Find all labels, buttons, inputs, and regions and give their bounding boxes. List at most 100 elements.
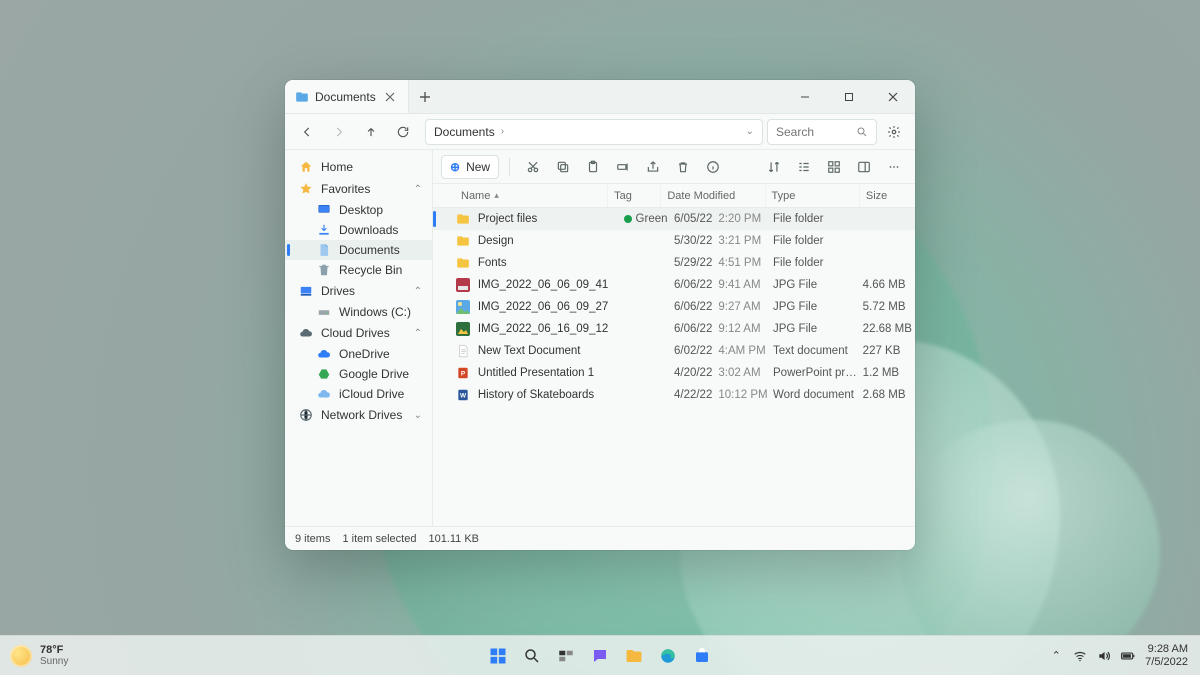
tray-chevron-icon[interactable]: ⌃ <box>1049 649 1063 663</box>
maximize-button[interactable] <box>827 80 871 113</box>
file-row[interactable]: Project filesGreen6/05/222:20 PMFile fol… <box>433 208 915 230</box>
sidebar-home[interactable]: Home <box>285 156 432 178</box>
clock[interactable]: 9:28 AM 7/5/2022 <box>1145 643 1188 667</box>
disk-icon <box>317 305 331 319</box>
sidebar-item-icloud-drive[interactable]: iCloud Drive <box>285 384 432 404</box>
minimize-button[interactable] <box>783 80 827 113</box>
task-view-button[interactable] <box>552 642 580 670</box>
wifi-icon[interactable] <box>1073 649 1087 663</box>
tab-documents[interactable]: Documents <box>285 80 409 113</box>
column-tag[interactable]: Tag <box>608 184 661 207</box>
file-row[interactable]: Fonts5/29/224:51 PMFile folder <box>433 252 915 274</box>
file-date: 6/06/229:27 AM <box>674 301 773 313</box>
file-row[interactable]: New Text Document6/02/224:AM PMText docu… <box>433 340 915 362</box>
store-button[interactable] <box>688 642 716 670</box>
new-button[interactable]: ⊕ New <box>441 155 499 179</box>
breadcrumb-segment[interactable]: Documents <box>434 125 495 139</box>
share-button[interactable] <box>640 154 666 180</box>
column-size[interactable]: Size <box>860 184 915 207</box>
preview-pane-button[interactable] <box>851 154 877 180</box>
file-name: IMG_2022_06_16_09_12 <box>478 323 624 335</box>
search-box[interactable] <box>767 119 877 145</box>
paste-button[interactable] <box>580 154 606 180</box>
file-icon <box>455 278 472 292</box>
delete-button[interactable] <box>670 154 696 180</box>
more-button[interactable] <box>881 154 907 180</box>
sidebar-group-favorites[interactable]: Favorites ⌃ <box>285 178 432 200</box>
file-row[interactable]: Design5/30/223:21 PMFile folder <box>433 230 915 252</box>
file-icon <box>455 322 472 336</box>
sidebar-group-cloud[interactable]: Cloud Drives ⌃ <box>285 322 432 344</box>
file-date: 4/20/223:02 AM <box>674 367 773 379</box>
sidebar-group-drives[interactable]: Drives ⌃ <box>285 280 432 302</box>
file-row[interactable]: PUntitled Presentation 14/20/223:02 AMPo… <box>433 362 915 384</box>
forward-button[interactable] <box>325 118 353 146</box>
file-type: JPG File <box>773 323 863 335</box>
sort-button[interactable] <box>761 154 787 180</box>
file-row[interactable]: IMG_2022_06_06_09_276/06/229:27 AMJPG Fi… <box>433 296 915 318</box>
layout-button[interactable] <box>821 154 847 180</box>
close-button[interactable] <box>871 80 915 113</box>
edge-button[interactable] <box>654 642 682 670</box>
sidebar-group-network[interactable]: Network Drives ⌄ <box>285 404 432 426</box>
file-row[interactable]: IMG_2022_06_06_09_416/06/229:41 AMJPG Fi… <box>433 274 915 296</box>
taskbar-apps <box>484 642 716 670</box>
file-size: 4.66 MB <box>863 279 915 291</box>
file-date: 4/22/2210:12 PM <box>674 389 773 401</box>
taskbar-search-button[interactable] <box>518 642 546 670</box>
file-name: Design <box>478 235 624 247</box>
sidebar-item-documents[interactable]: Documents <box>285 240 432 260</box>
google-drive-icon <box>317 367 331 381</box>
back-button[interactable] <box>293 118 321 146</box>
file-size: 227 KB <box>863 345 915 357</box>
file-icon <box>455 234 472 248</box>
sidebar-item-desktop[interactable]: Desktop <box>285 200 432 220</box>
refresh-button[interactable] <box>389 118 417 146</box>
tab-close-button[interactable] <box>382 89 398 105</box>
chat-button[interactable] <box>586 642 614 670</box>
cut-button[interactable] <box>520 154 546 180</box>
file-name: Fonts <box>478 257 624 269</box>
file-size: 5.72 MB <box>863 301 915 313</box>
status-item-count: 9 items <box>295 533 330 545</box>
file-icon <box>455 256 472 270</box>
column-date[interactable]: Date Modified <box>661 184 765 207</box>
settings-button[interactable] <box>881 119 907 145</box>
status-size: 101.11 KB <box>428 533 479 545</box>
properties-button[interactable] <box>700 154 726 180</box>
sidebar-item-onedrive[interactable]: OneDrive <box>285 344 432 364</box>
file-name: IMG_2022_06_06_09_41 <box>478 279 624 291</box>
rename-button[interactable] <box>610 154 636 180</box>
column-name[interactable]: Name▴ <box>455 184 608 207</box>
file-size: 1.2 MB <box>863 367 915 379</box>
copy-button[interactable] <box>550 154 576 180</box>
file-icon <box>455 344 472 358</box>
folder-icon <box>295 90 309 104</box>
file-type: PowerPoint presentation <box>773 367 863 379</box>
breadcrumb-dropdown[interactable]: ⌄ <box>746 126 754 137</box>
file-type: File folder <box>773 213 863 225</box>
start-button[interactable] <box>484 642 512 670</box>
sidebar-item-recycle-bin[interactable]: Recycle Bin <box>285 260 432 280</box>
file-row[interactable]: WHistory of Skateboards4/22/2210:12 PMWo… <box>433 384 915 406</box>
new-tab-button[interactable] <box>409 80 441 113</box>
system-tray[interactable]: ⌃ 9:28 AM 7/5/2022 <box>1049 643 1200 667</box>
sidebar-item-downloads[interactable]: Downloads <box>285 220 432 240</box>
battery-icon[interactable] <box>1121 649 1135 663</box>
file-explorer-button[interactable] <box>620 642 648 670</box>
breadcrumb[interactable]: Documents › ⌄ <box>425 119 763 145</box>
column-type[interactable]: Type <box>766 184 860 207</box>
downloads-icon <box>317 223 331 237</box>
sidebar-item-windows-c[interactable]: Windows (C:) <box>285 302 432 322</box>
weather-widget[interactable]: 78°F Sunny <box>0 644 68 667</box>
column-headers: Name▴ Tag Date Modified Type Size <box>433 184 915 208</box>
search-input[interactable] <box>776 125 850 139</box>
sidebar-item-google-drive[interactable]: Google Drive <box>285 364 432 384</box>
file-row[interactable]: IMG_2022_06_16_09_126/06/229:12 AMJPG Fi… <box>433 318 915 340</box>
clock-time: 9:28 AM <box>1145 643 1188 655</box>
up-button[interactable] <box>357 118 385 146</box>
volume-icon[interactable] <box>1097 649 1111 663</box>
view-button[interactable] <box>791 154 817 180</box>
status-selected: 1 item selected <box>342 533 416 545</box>
file-type: Text document <box>773 345 863 357</box>
